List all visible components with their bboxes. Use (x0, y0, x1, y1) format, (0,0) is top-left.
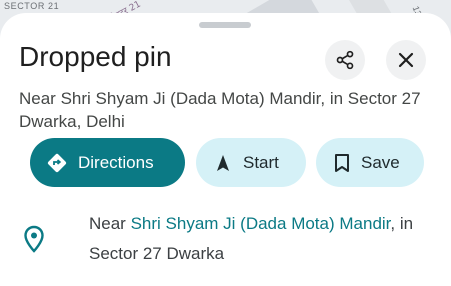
directions-button[interactable]: Directions (30, 138, 185, 187)
place-bottom-sheet: Dropped pin Near Shri Shyam Ji (Dada Mot… (0, 13, 451, 286)
place-address: Near Shri Shyam Ji (Dada Mota) Mandir, i… (19, 89, 421, 131)
share-icon (335, 50, 355, 70)
location-prefix: Near (89, 214, 131, 233)
directions-label: Directions (78, 152, 154, 172)
start-label: Start (243, 152, 279, 172)
navigation-arrow-icon (213, 153, 233, 173)
location-pin-icon (23, 225, 45, 258)
drag-handle[interactable] (199, 22, 251, 28)
save-button[interactable]: Save (316, 138, 424, 187)
location-description: Near Shri Shyam Ji (Dada Mota) Mandir, i… (89, 209, 439, 269)
bookmark-icon (333, 153, 351, 173)
map-sector-label: SECTOR 21 (4, 1, 60, 11)
directions-icon (46, 152, 68, 174)
close-button[interactable] (386, 40, 426, 80)
save-label: Save (361, 152, 400, 172)
share-button[interactable] (325, 40, 365, 80)
close-icon (398, 52, 414, 68)
place-title: Dropped pin (19, 41, 172, 72)
start-button[interactable]: Start (196, 138, 306, 187)
place-link[interactable]: Shri Shyam Ji (Dada Mota) Mandir (131, 214, 391, 233)
